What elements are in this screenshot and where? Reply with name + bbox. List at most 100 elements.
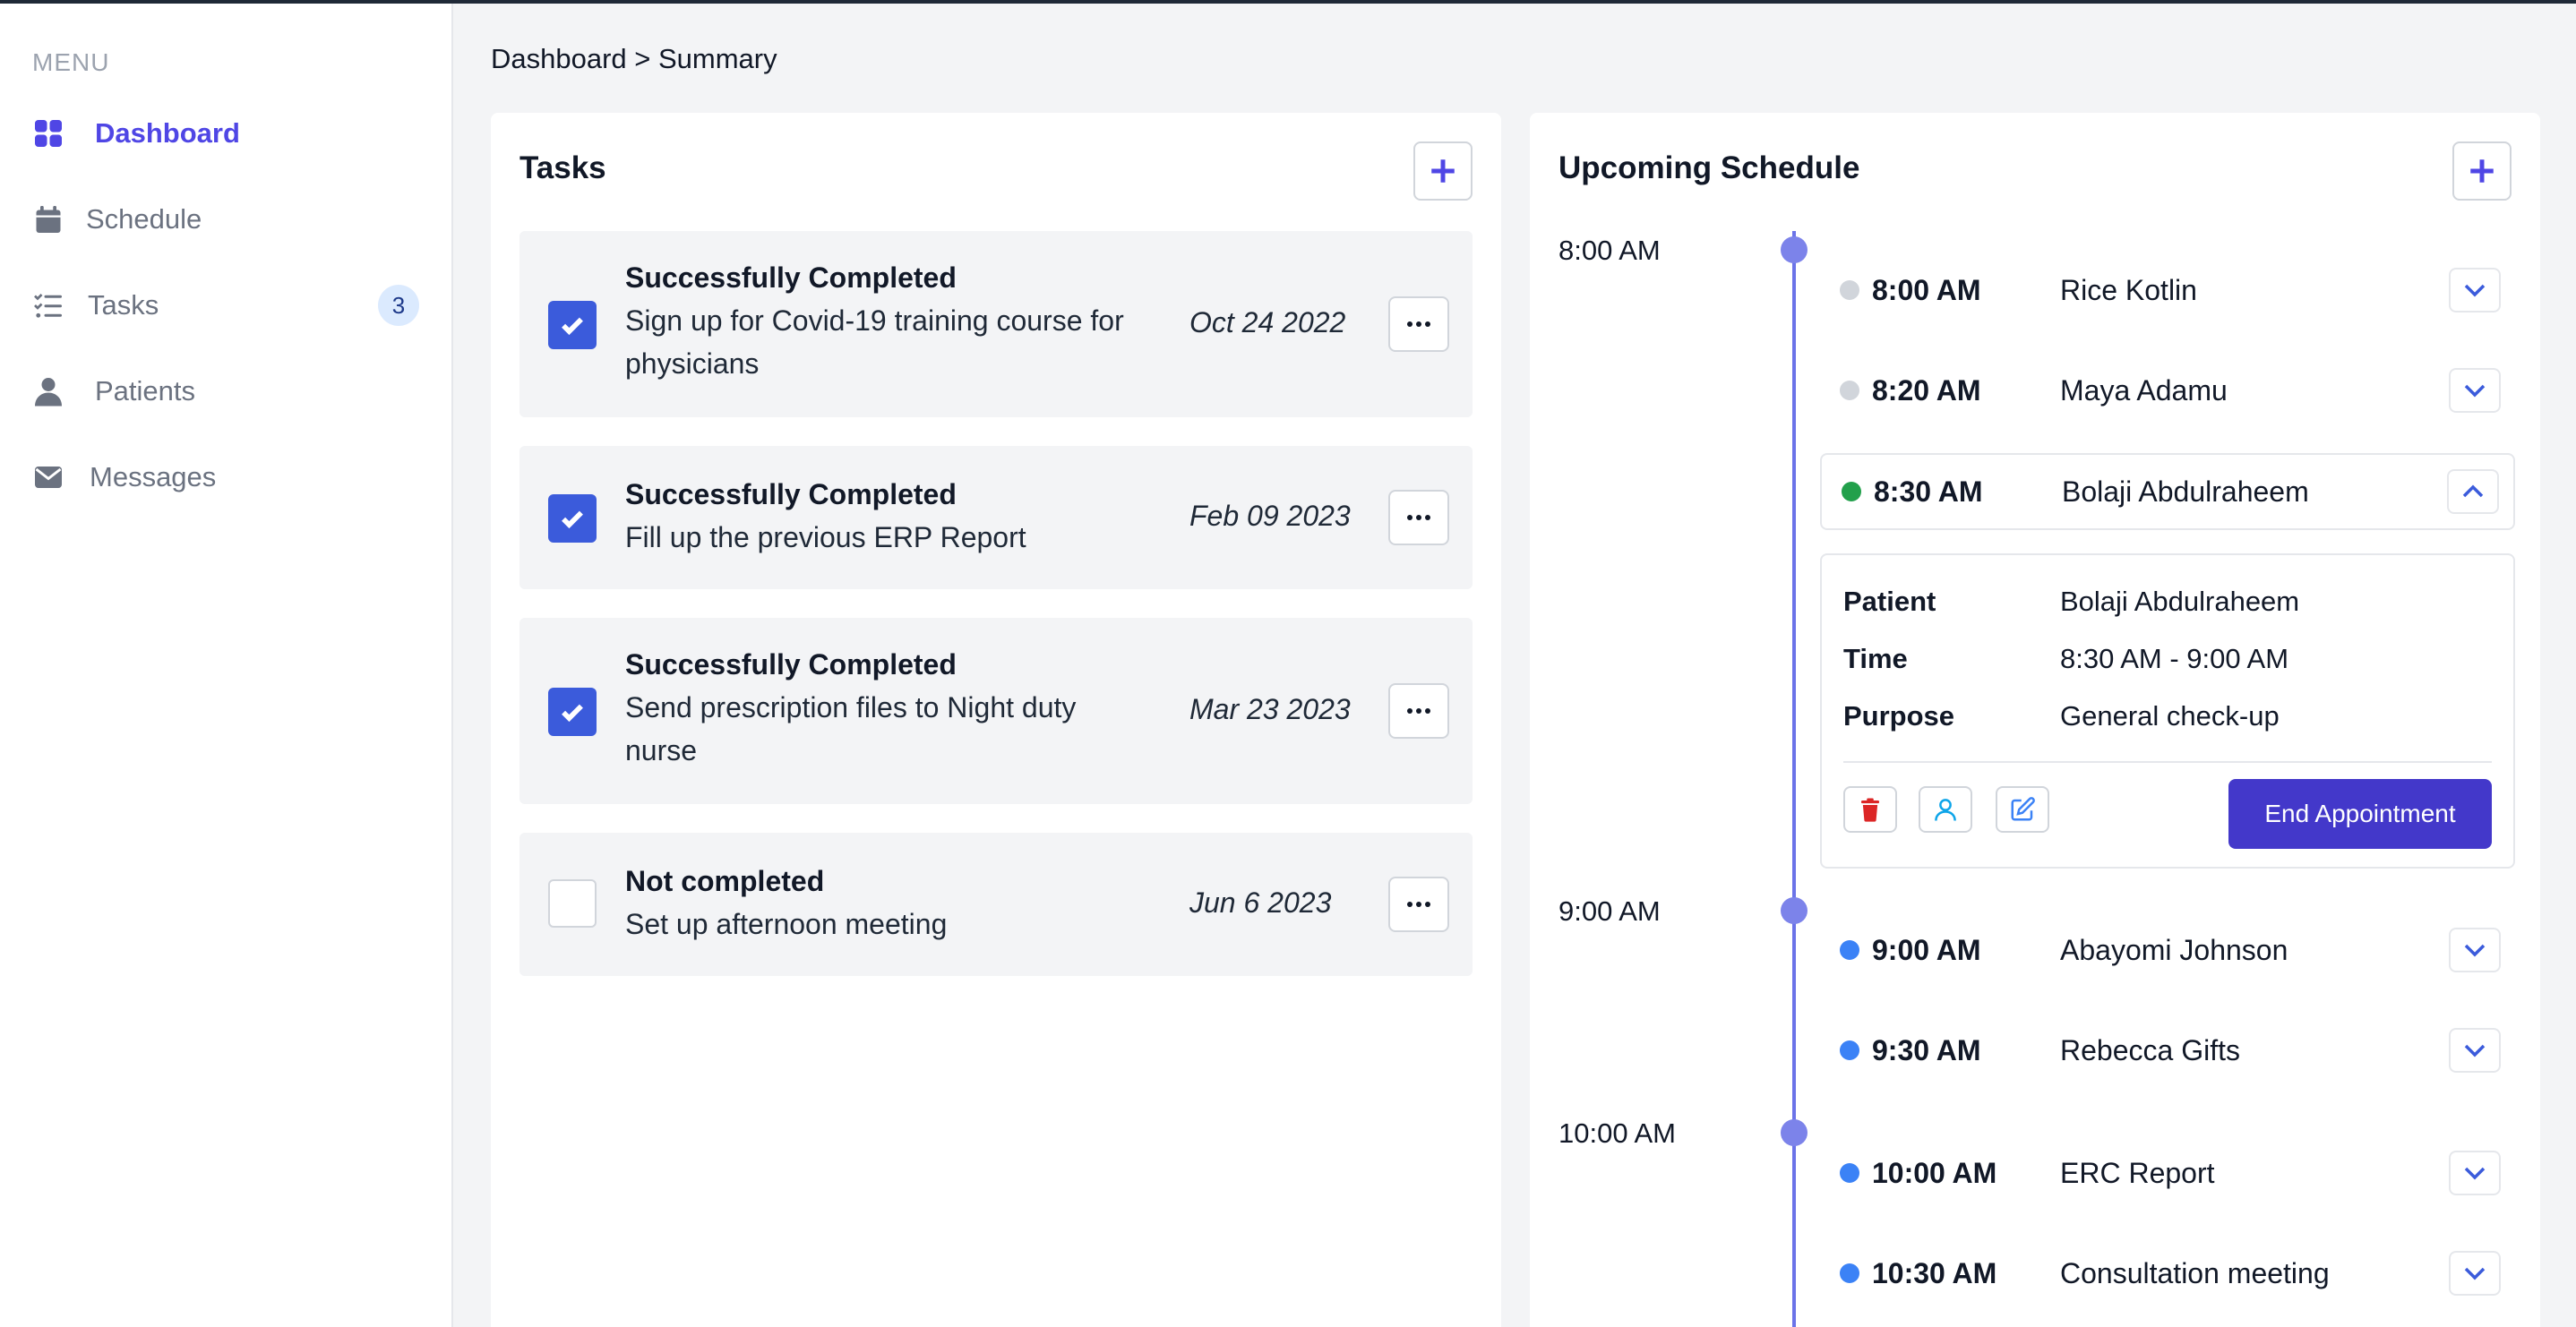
task-date: Mar 23 2023 — [1189, 693, 1351, 725]
task-item: Successfully Completed Sign up for Covid… — [519, 231, 1473, 417]
task-status: Successfully Completed — [625, 648, 957, 681]
more-icon — [1407, 902, 1430, 907]
appointment-row[interactable]: 10:00 AM ERC Report — [1820, 1134, 2515, 1211]
appointment-detail: Patient Bolaji Abdulraheem Time 8:30 AM … — [1820, 553, 2515, 869]
task-more-button[interactable] — [1388, 296, 1449, 352]
sidebar-item-patients[interactable]: Patients — [32, 360, 421, 423]
tasks-title: Tasks — [519, 150, 606, 185]
task-date: Jun 6 2023 — [1189, 886, 1332, 919]
sidebar-item-label: Dashboard — [95, 117, 240, 149]
task-checkbox[interactable] — [548, 688, 597, 736]
task-description: Sign up for Covid-19 training course for… — [625, 304, 1124, 380]
add-task-button[interactable] — [1413, 141, 1473, 201]
sidebar-item-label: Messages — [90, 461, 217, 492]
appointment-row[interactable]: 9:00 AM Abayomi Johnson — [1820, 912, 2515, 989]
appointment-row[interactable]: 8:00 AM Rice Kotlin — [1820, 252, 2515, 329]
sidebar-item-label: Patients — [95, 375, 196, 407]
tasks-card: Tasks Successfully Completed Sign up for… — [491, 113, 1501, 1327]
sidebar-item-dashboard[interactable]: Dashboard — [32, 102, 421, 165]
calendar-icon — [32, 198, 75, 241]
appointment-row[interactable]: 9:30 AM Rebecca Gifts — [1820, 1012, 2515, 1089]
chevron-down-icon — [2464, 384, 2486, 398]
expand-button[interactable] — [2449, 268, 2501, 312]
appointment-row[interactable]: 10:30 AM Consultation meeting — [1820, 1235, 2515, 1312]
chevron-down-icon — [2464, 1167, 2486, 1180]
chevron-down-icon — [2464, 1267, 2486, 1280]
appointment-row-expanded[interactable]: 8:30 AM Bolaji Abdulraheem — [1820, 453, 2515, 530]
patient-value: Bolaji Abdulraheem — [2060, 586, 2300, 617]
collapse-button[interactable] — [2447, 469, 2499, 514]
edit-button[interactable] — [1996, 786, 2049, 833]
appointment-time: 8:00 AM — [1872, 273, 1981, 306]
appointment-name: Abayomi Johnson — [2060, 933, 2288, 966]
appointment-time: 8:20 AM — [1872, 373, 1981, 407]
sidebar-item-tasks[interactable]: Tasks 3 — [32, 274, 421, 337]
plus-icon — [2470, 159, 2494, 183]
hour-label: 8:00 AM — [1558, 235, 1661, 266]
status-dot — [1840, 381, 1859, 400]
edit-icon — [2011, 797, 2035, 821]
sidebar-item-schedule[interactable]: Schedule — [32, 188, 421, 251]
check-icon — [562, 704, 583, 723]
expand-button[interactable] — [2449, 1028, 2501, 1073]
appointment-name: Consultation meeting — [2060, 1256, 2330, 1289]
check-icon — [562, 317, 583, 336]
task-checkbox[interactable] — [548, 879, 597, 928]
chevron-down-icon — [2464, 1044, 2486, 1057]
timeline-marker — [1781, 897, 1807, 924]
appointment-row[interactable]: 8:20 AM Maya Adamu — [1820, 352, 2515, 429]
time-value: 8:30 AM - 9:00 AM — [2060, 643, 2289, 674]
appointment-name: Bolaji Abdulraheem — [2062, 475, 2309, 508]
task-more-button[interactable] — [1388, 683, 1449, 739]
expand-button[interactable] — [2449, 1151, 2501, 1195]
hour-label: 9:00 AM — [1558, 895, 1661, 927]
checklist-icon — [32, 284, 75, 327]
appointment-time: 10:30 AM — [1872, 1256, 1997, 1289]
task-item: Successfully Completed Send prescription… — [519, 618, 1473, 804]
purpose-value: General check-up — [2060, 700, 2280, 732]
end-appointment-button[interactable]: End Appointment — [2228, 779, 2492, 849]
sidebar-item-messages[interactable]: Messages — [32, 446, 421, 509]
expand-button[interactable] — [2449, 1251, 2501, 1296]
task-more-button[interactable] — [1388, 877, 1449, 932]
task-checkbox[interactable] — [548, 301, 597, 349]
delete-button[interactable] — [1843, 786, 1897, 833]
hour-label: 10:00 AM — [1558, 1117, 1676, 1149]
task-description: Send prescription files to Night duty nu… — [625, 691, 1077, 766]
more-icon — [1407, 708, 1430, 714]
appointment-time: 8:30 AM — [1874, 475, 1983, 508]
status-dot — [1840, 280, 1859, 300]
appointment-name: Maya Adamu — [2060, 373, 2228, 407]
chevron-down-icon — [2464, 284, 2486, 297]
patient-label: Patient — [1843, 586, 1936, 617]
timeline-marker — [1781, 1119, 1807, 1146]
appointment-name: ERC Report — [2060, 1156, 2215, 1189]
status-dot — [1842, 482, 1861, 501]
task-status: Successfully Completed — [625, 261, 957, 294]
task-item: Successfully Completed Fill up the previ… — [519, 446, 1473, 589]
menu-title: MENU — [32, 48, 110, 76]
schedule-title: Upcoming Schedule — [1558, 150, 1860, 185]
add-appointment-button[interactable] — [2452, 141, 2512, 201]
patient-profile-button[interactable] — [1919, 786, 1972, 833]
purpose-label: Purpose — [1843, 700, 1955, 732]
appointment-name: Rice Kotlin — [2060, 273, 2197, 306]
status-dot — [1840, 1040, 1859, 1060]
breadcrumb: Dashboard > Summary — [491, 43, 777, 74]
grid-icon — [32, 112, 75, 155]
task-more-button[interactable] — [1388, 490, 1449, 545]
chevron-down-icon — [2464, 944, 2486, 957]
appointment-time: 9:30 AM — [1872, 1033, 1981, 1066]
more-icon — [1407, 515, 1430, 520]
user-outline-icon — [1935, 799, 1956, 821]
expand-button[interactable] — [2449, 928, 2501, 972]
task-checkbox[interactable] — [548, 494, 597, 543]
user-icon — [32, 370, 75, 413]
appointment-name: Rebecca Gifts — [2060, 1033, 2240, 1066]
expand-button[interactable] — [2449, 368, 2501, 413]
appointment-time: 9:00 AM — [1872, 933, 1981, 966]
mail-icon — [32, 456, 75, 499]
task-status: Not completed — [625, 865, 825, 897]
task-status: Successfully Completed — [625, 478, 957, 510]
task-description: Set up afternoon meeting — [625, 908, 948, 940]
